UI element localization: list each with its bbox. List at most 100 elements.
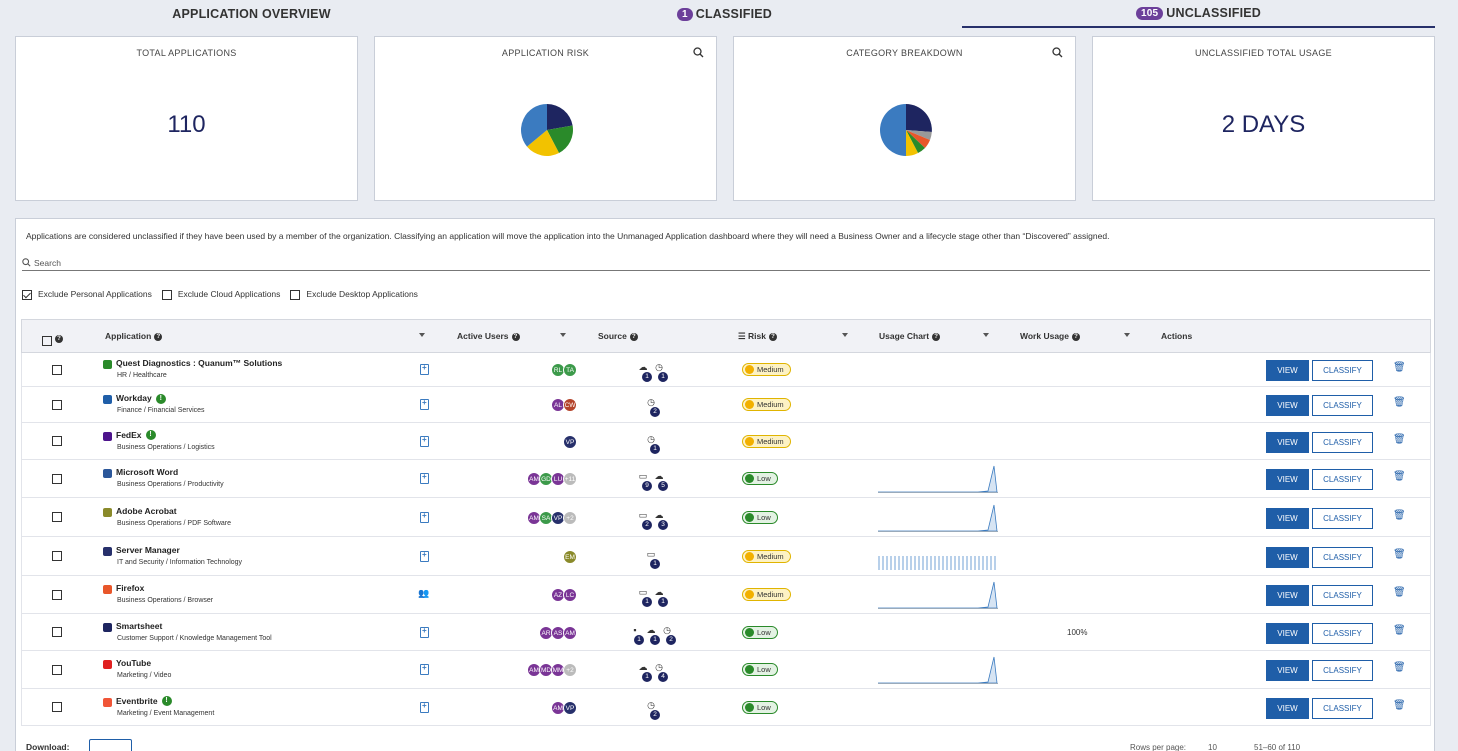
app-name[interactable]: Smartsheet xyxy=(116,621,162,631)
trash-icon[interactable]: 🗑 xyxy=(1393,549,1406,560)
add-document-icon[interactable] xyxy=(420,398,429,410)
sort-caret-icon[interactable] xyxy=(419,333,425,337)
classify-button[interactable]: CLASSIFY xyxy=(1312,697,1373,719)
user-avatar[interactable]: AM xyxy=(563,625,577,640)
usage-sparkline[interactable] xyxy=(878,655,998,685)
exclude-desktop-checkbox[interactable]: Exclude Desktop Applications xyxy=(290,289,418,300)
app-name[interactable]: Microsoft Word xyxy=(116,467,178,477)
view-button[interactable]: VIEW xyxy=(1266,469,1309,490)
app-name[interactable]: YouTube xyxy=(116,658,151,668)
add-document-icon[interactable] xyxy=(420,626,429,638)
user-avatar[interactable]: VP xyxy=(563,434,577,449)
exclude-personal-checkbox[interactable]: Exclude Personal Applications xyxy=(22,289,152,300)
row-checkbox[interactable] xyxy=(52,664,62,675)
trash-icon[interactable]: 🗑 xyxy=(1393,362,1406,373)
trash-icon[interactable]: 🗑 xyxy=(1393,434,1406,445)
risk-pie-chart[interactable] xyxy=(520,103,574,157)
classify-button[interactable]: CLASSIFY xyxy=(1312,360,1373,381)
tab-classified[interactable]: 1 CLASSIFIED xyxy=(482,0,967,28)
search-icon[interactable] xyxy=(1052,47,1063,58)
user-avatar[interactable]: CW xyxy=(563,398,577,412)
user-avatar[interactable]: EM xyxy=(563,549,577,564)
classify-button[interactable]: CLASSIFY xyxy=(1312,469,1373,490)
add-document-icon[interactable] xyxy=(420,511,429,523)
col-usage-chart[interactable]: Usage Chart? xyxy=(879,331,941,341)
category-pie-chart[interactable] xyxy=(879,103,933,157)
classify-button[interactable]: CLASSIFY xyxy=(1312,395,1373,416)
row-checkbox[interactable] xyxy=(52,551,62,561)
user-avatar[interactable]: +11 xyxy=(563,472,577,486)
trash-icon[interactable]: 🗑 xyxy=(1393,700,1406,711)
trash-icon[interactable]: 🗑 xyxy=(1393,510,1406,521)
user-avatar[interactable]: +2 xyxy=(563,510,577,525)
exclude-cloud-checkbox[interactable]: Exclude Cloud Applications xyxy=(161,289,280,300)
classify-button[interactable]: CLASSIFY xyxy=(1312,431,1373,453)
app-name[interactable]: Quest Diagnostics : Quanum™ Solutions xyxy=(116,358,282,368)
row-checkbox[interactable] xyxy=(52,436,62,446)
app-name[interactable]: FedEx! xyxy=(116,430,156,441)
row-checkbox[interactable] xyxy=(52,702,62,712)
app-name[interactable]: Workday! xyxy=(116,393,166,404)
row-checkbox[interactable] xyxy=(52,627,62,637)
sort-caret-icon[interactable] xyxy=(560,333,566,337)
row-checkbox[interactable] xyxy=(52,512,62,522)
app-name[interactable]: Eventbrite! xyxy=(116,696,172,707)
sort-caret-icon[interactable] xyxy=(1124,333,1130,337)
tab-application-overview[interactable]: APPLICATION OVERVIEW xyxy=(0,0,503,28)
classify-button[interactable]: CLASSIFY xyxy=(1312,622,1373,644)
row-checkbox[interactable] xyxy=(52,473,62,484)
classify-button[interactable]: CLASSIFY xyxy=(1312,660,1373,681)
trash-icon[interactable]: 🗑 xyxy=(1393,471,1406,482)
user-avatar[interactable]: VP xyxy=(563,700,577,715)
col-source[interactable]: Source? xyxy=(598,331,638,341)
view-button[interactable]: VIEW xyxy=(1266,507,1309,529)
add-document-icon[interactable] xyxy=(420,550,429,562)
sort-caret-icon[interactable] xyxy=(842,333,848,337)
select-all-checkbox[interactable] xyxy=(42,336,52,346)
add-document-icon[interactable] xyxy=(420,435,429,447)
classify-button[interactable]: CLASSIFY xyxy=(1312,585,1373,606)
view-button[interactable]: VIEW xyxy=(1266,697,1309,719)
usage-sparkline[interactable] xyxy=(878,503,998,533)
view-button[interactable]: VIEW xyxy=(1266,622,1309,644)
add-document-icon[interactable] xyxy=(420,663,429,675)
tab-unclassified[interactable]: 105 UNCLASSIFIED xyxy=(962,0,1435,28)
add-document-icon[interactable] xyxy=(420,701,429,713)
col-risk[interactable]: ☰ Risk? xyxy=(738,331,777,342)
view-button[interactable]: VIEW xyxy=(1266,585,1309,606)
add-document-icon[interactable] xyxy=(420,363,429,375)
rows-per-page-select[interactable]: 10 xyxy=(1208,743,1217,751)
classify-button[interactable]: CLASSIFY xyxy=(1312,546,1373,568)
row-checkbox[interactable] xyxy=(52,364,62,375)
trash-icon[interactable]: 🗑 xyxy=(1393,587,1406,598)
app-name[interactable]: Firefox xyxy=(116,583,144,593)
view-button[interactable]: VIEW xyxy=(1266,395,1309,416)
view-button[interactable]: VIEW xyxy=(1266,360,1309,381)
app-name[interactable]: Adobe Acrobat xyxy=(116,506,177,516)
col-active-users[interactable]: Active Users? xyxy=(457,331,520,341)
user-avatar[interactable]: +2 xyxy=(563,663,577,677)
sort-caret-icon[interactable] xyxy=(983,333,989,337)
app-name[interactable]: Server Manager xyxy=(116,545,180,555)
view-button[interactable]: VIEW xyxy=(1266,660,1309,681)
user-avatar[interactable]: TA xyxy=(563,363,577,377)
usage-sparkline[interactable] xyxy=(878,580,998,610)
view-button[interactable]: VIEW xyxy=(1266,431,1309,453)
col-application[interactable]: Application? xyxy=(105,331,163,341)
add-document-icon[interactable] xyxy=(420,472,429,484)
search-input[interactable]: Search xyxy=(22,255,1430,271)
trash-icon[interactable]: 🗑 xyxy=(1393,625,1406,636)
trash-icon[interactable]: 🗑 xyxy=(1393,397,1406,408)
usage-sparkline[interactable] xyxy=(878,464,998,494)
download-button[interactable] xyxy=(89,739,132,751)
usage-sparkline[interactable] xyxy=(878,542,998,572)
row-checkbox[interactable] xyxy=(52,589,62,600)
col-work-usage[interactable]: Work Usage? xyxy=(1020,331,1080,341)
source-icons: ◷ 2 xyxy=(644,397,660,417)
search-icon[interactable] xyxy=(693,47,704,58)
user-avatar[interactable]: LC xyxy=(563,588,577,602)
view-button[interactable]: VIEW xyxy=(1266,546,1309,568)
trash-icon[interactable]: 🗑 xyxy=(1393,662,1406,673)
row-checkbox[interactable] xyxy=(52,399,62,410)
classify-button[interactable]: CLASSIFY xyxy=(1312,507,1373,529)
